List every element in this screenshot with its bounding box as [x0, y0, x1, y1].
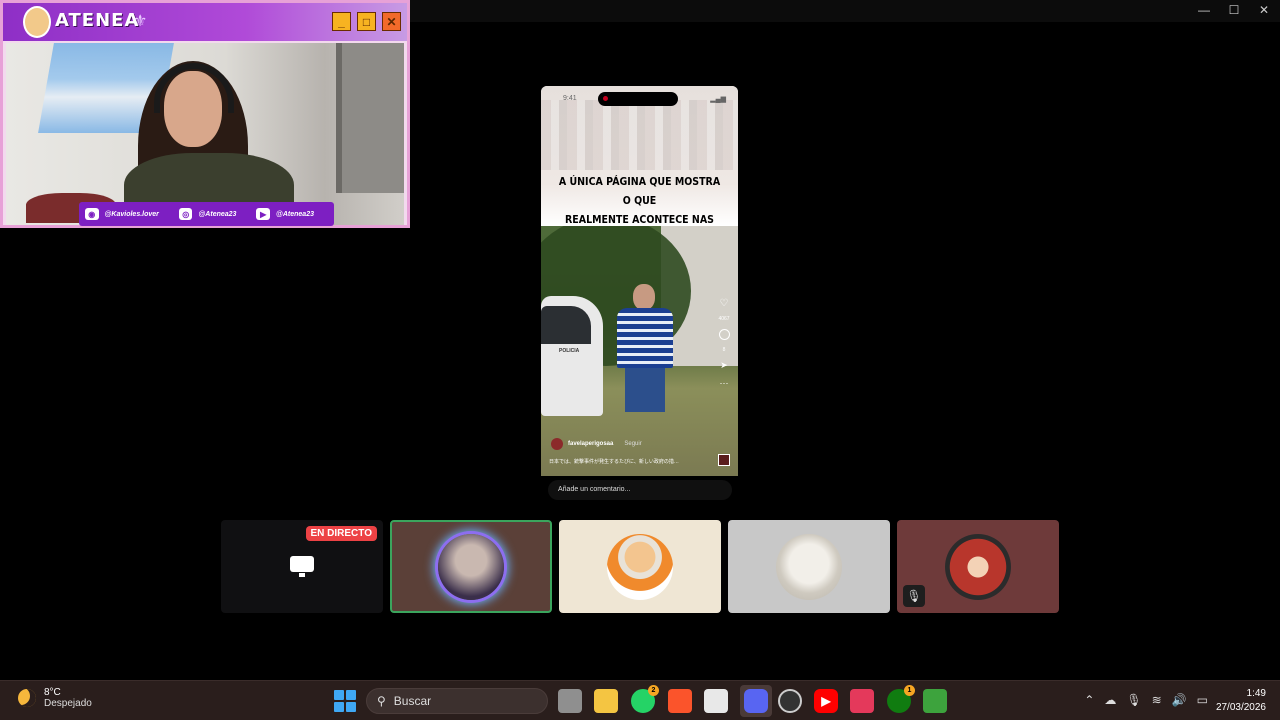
search-placeholder: Buscar	[393, 694, 432, 708]
battery-icon[interactable]: ▭	[1197, 693, 1208, 707]
post-caption: 日本では、銃撃事件が発生するたびに、新しい政府の措…	[549, 459, 679, 465]
webcam-overlay: ATENEA ⚜ _ □ ✕ ◉ @Kavioles.lover ◎ @Aten…	[0, 0, 410, 228]
youtube-icon: ▶	[256, 208, 271, 220]
author-username: favelaperigosaa	[568, 441, 614, 447]
weather-widget[interactable]: 8°C Despejado	[18, 687, 92, 709]
man-in-video	[613, 284, 677, 434]
taskbar-search[interactable]: ⚲ Buscar	[366, 688, 548, 714]
like-count: 4067	[718, 316, 730, 322]
fleur-icon: ⚜	[133, 13, 148, 30]
participant-tile[interactable]: 🎙	[897, 520, 1059, 613]
social-bar: ◉ @Kavioles.lover ◎ @Atenea23 ▶ @Atenea2…	[79, 202, 334, 226]
system-tray: ⌃ ☁ 🎙 ≋ 🔊 ▭	[1084, 693, 1208, 707]
discord-handle: @Kavioles.lover	[104, 210, 159, 218]
avatar	[945, 533, 1011, 600]
close-icon[interactable]: ✕	[1256, 3, 1272, 17]
weather-condition: Despejado	[44, 698, 92, 709]
post-author[interactable]: favelaperigosaa Seguir	[551, 438, 642, 450]
youtube-icon[interactable]: ▶	[814, 689, 838, 713]
task-view-icon[interactable]	[558, 689, 582, 713]
xbox-badge: 1	[904, 685, 915, 696]
instagram-icon: ◎	[178, 208, 193, 220]
comment-icon[interactable]	[718, 329, 730, 340]
participant-tile[interactable]	[728, 520, 890, 613]
muted-mic-icon: 🎙	[903, 585, 925, 607]
maximize-icon[interactable]: ☐	[1226, 3, 1242, 17]
instagram-handle: @Atenea23	[198, 210, 237, 218]
phone-status-bar: 9:41 ▂▄▆	[541, 86, 738, 112]
start-button[interactable]	[334, 690, 356, 712]
overlay-maximize-icon: □	[357, 12, 376, 31]
taskbar: 8°C Despejado ⚲ Buscar 2 ▶ 1 ⌃ ☁ 🎙 ≋ 🔊 ▭…	[0, 680, 1280, 720]
volume-icon[interactable]: 🔊	[1172, 693, 1187, 707]
share-icon[interactable]: ➤	[720, 360, 728, 371]
window-controls: — ☐ ✕	[1196, 3, 1272, 17]
discord-icon: ◉	[85, 208, 99, 220]
participant-tile-speaking[interactable]	[390, 520, 552, 613]
comment-count: 8	[722, 347, 726, 353]
clock[interactable]: 1:49 27/03/2026	[1216, 687, 1266, 715]
avatar	[776, 533, 842, 600]
search-icon: ⚲	[377, 694, 386, 708]
pocket-icon[interactable]	[850, 689, 874, 713]
signal-icon: ▂▄▆	[710, 96, 726, 103]
live-badge: EN DIRECTO	[305, 526, 377, 541]
webcam-feed	[6, 43, 404, 225]
whatsapp-icon[interactable]: 2	[631, 685, 659, 713]
author-avatar	[551, 438, 563, 450]
screen-share-icon	[290, 556, 314, 578]
discord-icon[interactable]	[744, 689, 768, 713]
dynamic-island	[598, 92, 678, 106]
streamer	[124, 57, 294, 225]
phone-time: 9:41	[563, 95, 577, 102]
youtube-handle: @Atenea23	[276, 210, 314, 218]
stream-tile[interactable]: EN DIRECTO	[221, 520, 383, 613]
shared-phone-screen[interactable]: A ÚNICA PÁGINA QUE MOSTRA O QUE REALMENT…	[541, 86, 738, 476]
avatar	[607, 533, 673, 600]
overlay-header: ATENEA ⚜ _ □ ✕	[3, 3, 407, 41]
reel-actions: ♡ 4067 8 ➤ ⋯	[716, 298, 732, 389]
brave-icon[interactable]	[668, 689, 692, 713]
chevron-up-icon[interactable]: ⌃	[1084, 693, 1094, 707]
obs-icon[interactable]	[778, 689, 802, 713]
xbox-icon[interactable]: 1	[887, 685, 915, 713]
heart-icon[interactable]: ♡	[720, 298, 729, 309]
music-icon[interactable]	[718, 454, 730, 466]
overlay-title: ATENEA	[55, 10, 140, 31]
cloud-icon[interactable]: ☁	[1104, 693, 1116, 707]
more-icon[interactable]: ⋯	[720, 378, 729, 389]
comment-input[interactable]: Añade un comentario...	[548, 480, 732, 500]
avatar-logo-icon	[23, 6, 51, 38]
moon-icon	[18, 689, 36, 707]
avatar	[438, 533, 504, 600]
clock-date: 27/03/2026	[1215, 702, 1266, 713]
weather-temp: 8°C	[44, 687, 61, 698]
follow-button[interactable]: Seguir	[624, 441, 641, 447]
minecraft-icon[interactable]	[923, 689, 947, 713]
whatsapp-badge: 2	[648, 685, 659, 696]
overlay-close-icon: ✕	[382, 12, 401, 31]
file-explorer-icon[interactable]	[594, 689, 618, 713]
microphone-icon[interactable]: 🎙	[1126, 693, 1141, 707]
minimize-icon[interactable]: —	[1196, 3, 1212, 17]
participant-tile[interactable]	[559, 520, 721, 613]
overlay-minimize-icon: _	[332, 12, 351, 31]
wifi-icon[interactable]: ≋	[1152, 693, 1162, 707]
clock-time: 1:49	[1246, 688, 1266, 699]
store-icon[interactable]	[704, 689, 728, 713]
police-car: POLICIA	[541, 296, 603, 416]
